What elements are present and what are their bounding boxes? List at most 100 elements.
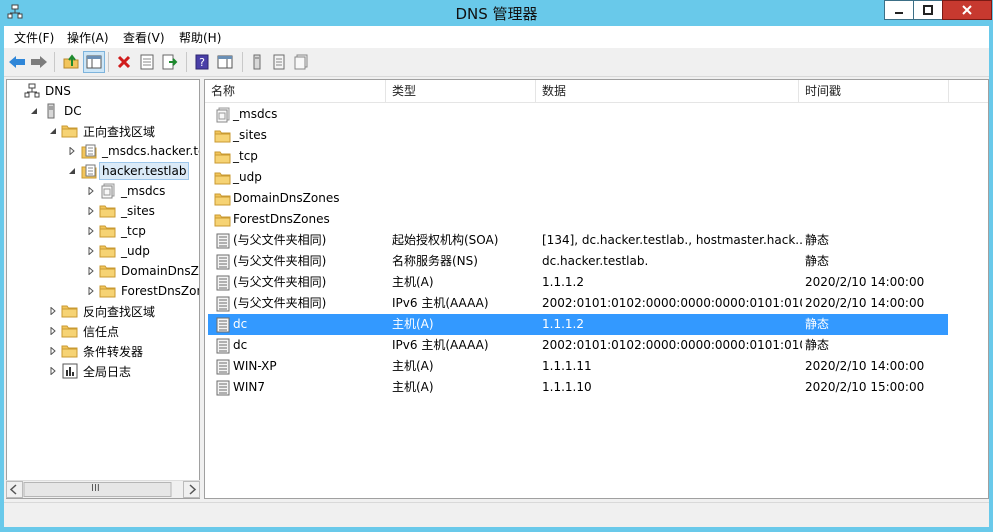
tree-item-label: _msdcs.hacker.testl [102, 144, 199, 158]
column-header-data[interactable]: 数据 [536, 80, 799, 102]
tree-item-label: 条件转发器 [83, 344, 144, 359]
tree-item-label: _udp [121, 244, 150, 258]
folder-icon [214, 170, 231, 186]
collapse-toggle-icon[interactable] [47, 125, 59, 137]
close-button[interactable] [942, 0, 992, 20]
zone-icon [80, 163, 97, 179]
cell-timestamp: 2020/2/10 14:00:00 [805, 359, 925, 373]
cell-name-text: _sites [233, 128, 267, 142]
show-hide-tree-button[interactable] [83, 51, 105, 73]
delegated-zone-icon [99, 183, 116, 199]
menu-help[interactable]: 帮助(H) [179, 29, 221, 46]
back-button[interactable] [6, 51, 28, 73]
properties-button[interactable] [136, 51, 158, 73]
expand-toggle-icon[interactable] [47, 325, 59, 337]
tree-item[interactable]: _msdcs.hacker.testl [66, 141, 199, 161]
toolbar: ? [4, 48, 989, 77]
tree-item[interactable]: hacker.testlab [66, 161, 190, 181]
export-list-button[interactable] [159, 51, 181, 73]
list-row[interactable]: _tcp [208, 146, 948, 167]
cell-name-text: dc [233, 317, 248, 331]
list-row[interactable]: dc IPv6 主机(AAAA) 2002:0101:0102:0000:0000:… [208, 335, 948, 356]
tree-item[interactable]: 正向查找区域 [47, 121, 157, 141]
list-row[interactable]: _sites [208, 125, 948, 146]
menu-file[interactable]: 文件(F) [14, 29, 54, 46]
details-list[interactable]: 名称 类型 数据 时间戳 _msdcs _sites _tcp _udp DomainD… [204, 79, 989, 499]
tree-item[interactable]: 条件转发器 [47, 341, 145, 361]
folder-icon [99, 283, 116, 299]
menu-view[interactable]: 查看(V) [123, 29, 165, 46]
list-row[interactable]: (与父文件夹相同) 名称服务器(NS) dc.hacker.testlab. 静态 [208, 251, 948, 272]
tree-item-label: _sites [121, 204, 155, 218]
toolbar-separator [186, 52, 187, 72]
minimize-icon [895, 12, 903, 14]
list-row[interactable]: WIN7 主机(A) 1.1.1.10 2020/2/10 15:00:00 [208, 377, 948, 398]
list-row[interactable]: WIN-XP 主机(A) 1.1.1.11 2020/2/10 14:00:00 [208, 356, 948, 377]
list-row[interactable]: ForestDnsZones [208, 209, 948, 230]
column-header-name[interactable]: 名称 [205, 80, 386, 102]
forward-button[interactable] [28, 51, 50, 73]
delete-button[interactable] [113, 51, 135, 73]
tree-item[interactable]: 反向查找区域 [47, 301, 157, 321]
list-row[interactable]: dc 主机(A) 1.1.1.2 静态 [208, 314, 948, 335]
zone-button[interactable] [290, 51, 312, 73]
expand-toggle-icon[interactable] [85, 245, 97, 257]
cell-type: 主机(A) [392, 275, 434, 289]
tree-item[interactable]: 信任点 [47, 321, 121, 341]
toolbar-separator [54, 52, 55, 72]
tree-item[interactable]: 全局日志 [47, 361, 133, 381]
tree-item[interactable]: DNS [9, 81, 73, 101]
cell-type: 名称服务器(NS) [392, 254, 478, 268]
tree-item-label: 正向查找区域 [83, 124, 156, 139]
tree-horizontal-scrollbar[interactable]: III [6, 480, 200, 498]
cell-timestamp: 静态 [805, 254, 830, 268]
expand-toggle-icon[interactable] [85, 225, 97, 237]
menu-action[interactable]: 操作(A) [67, 29, 109, 46]
expand-toggle-icon[interactable] [85, 205, 97, 217]
tree-item[interactable]: _udp [85, 241, 152, 261]
tree-item[interactable]: ForestDnsZones [85, 281, 199, 301]
list-row[interactable]: (与父文件夹相同) IPv6 主机(AAAA) 2002:0101:0102:000… [208, 293, 948, 314]
cell-timestamp [805, 188, 948, 209]
help-button[interactable]: ? [191, 51, 213, 73]
expand-toggle-icon[interactable] [85, 265, 97, 277]
list-row[interactable]: DomainDnsZones [208, 188, 948, 209]
column-header-timestamp[interactable]: 时间戳 [799, 80, 949, 102]
record-icon [214, 380, 231, 396]
list-row[interactable]: (与父文件夹相同) 起始授权机构(SOA) [134], dc.hacker.tes… [208, 230, 948, 251]
expand-toggle-icon[interactable] [47, 345, 59, 357]
list-row[interactable]: (与父文件夹相同) 主机(A) 1.1.1.2 2020/2/10 14:00:00 [208, 272, 948, 293]
status-bar [4, 502, 989, 527]
action-pane-button[interactable] [214, 51, 236, 73]
server-button[interactable] [246, 51, 268, 73]
list-row[interactable]: _udp [208, 167, 948, 188]
column-header-type[interactable]: 类型 [386, 80, 536, 102]
cell-name: _sites [214, 125, 384, 146]
tree-item[interactable]: _tcp [85, 221, 148, 241]
cell-type: 起始授权机构(SOA) [392, 233, 499, 247]
cell-name-text: dc [233, 338, 248, 352]
collapse-toggle-icon[interactable] [28, 105, 40, 117]
cell-data [542, 209, 802, 230]
console-tree[interactable]: DNS DC 正向查找区域 _msdcs.hacker.testl hacker.tes… [6, 79, 200, 499]
minimize-button[interactable] [884, 0, 914, 20]
expand-toggle-icon[interactable] [47, 365, 59, 377]
cell-data: 2002:0101:0102:0000:0000:0000:0101:0102 [542, 296, 802, 310]
record-icon [214, 233, 231, 249]
expand-toggle-icon[interactable] [85, 185, 97, 197]
cell-name: _udp [214, 167, 384, 188]
list-row[interactable]: _msdcs [208, 104, 948, 125]
tree-item[interactable]: _sites [85, 201, 157, 221]
tree-item[interactable]: _msdcs [85, 181, 167, 201]
cell-timestamp [805, 146, 948, 167]
maximize-button[interactable] [913, 0, 943, 20]
up-one-level-button[interactable] [60, 51, 82, 73]
collapse-toggle-icon[interactable] [66, 165, 78, 177]
expand-toggle-icon[interactable] [47, 305, 59, 317]
folder-icon [61, 323, 78, 339]
expand-toggle-icon[interactable] [85, 285, 97, 297]
new-record-button[interactable] [268, 51, 290, 73]
tree-item[interactable]: DomainDnsZone [85, 261, 199, 281]
tree-item[interactable]: DC [28, 101, 84, 121]
expand-toggle-icon[interactable] [66, 145, 78, 157]
